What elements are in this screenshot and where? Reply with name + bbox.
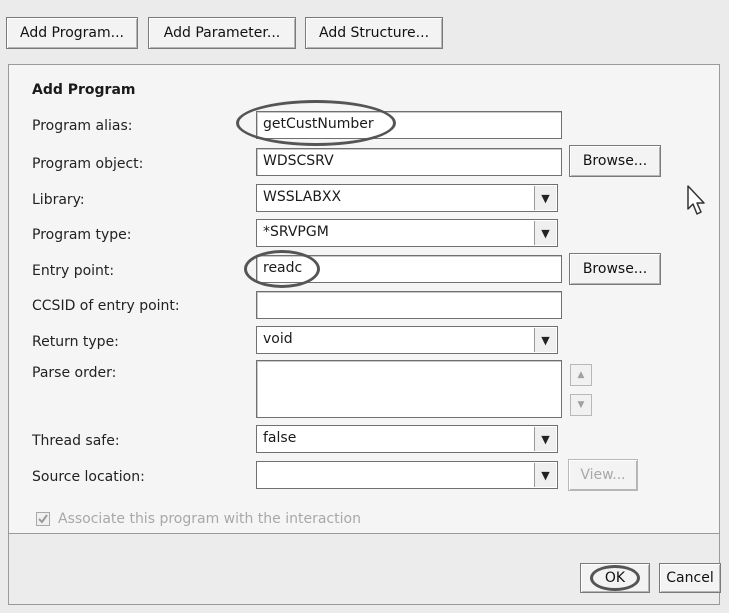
library-combo[interactable]: WSSLABXX ▼	[256, 184, 558, 212]
ccsid-label: CCSID of entry point:	[32, 298, 180, 314]
program-alias-input[interactable]: getCustNumber	[256, 111, 562, 139]
chevron-down-icon[interactable]: ▼	[534, 328, 556, 352]
view-button[interactable]: View...	[568, 459, 638, 491]
program-object-browse-button[interactable]: Browse...	[569, 145, 661, 177]
source-location-label: Source location:	[32, 469, 145, 485]
move-up-button[interactable]: ▲	[570, 364, 592, 386]
chevron-down-icon[interactable]: ▼	[534, 463, 556, 487]
chevron-down-icon[interactable]: ▼	[534, 221, 556, 245]
program-type-value: *SRVPGM	[263, 224, 329, 240]
chevron-down-icon[interactable]: ▼	[534, 427, 556, 451]
add-structure-button[interactable]: Add Structure...	[305, 17, 443, 49]
add-program-button[interactable]: Add Program...	[6, 17, 138, 49]
entry-point-browse-button[interactable]: Browse...	[569, 253, 661, 285]
return-type-value: void	[263, 331, 293, 347]
thread-safe-label: Thread safe:	[32, 433, 120, 449]
move-down-button[interactable]: ▼	[570, 394, 592, 416]
entry-point-input[interactable]: readc	[256, 255, 562, 283]
parse-order-label: Parse order:	[32, 365, 117, 381]
program-object-input[interactable]: WDSCSRV	[256, 148, 562, 176]
source-location-combo[interactable]: ▼	[256, 461, 558, 489]
library-label: Library:	[32, 192, 85, 208]
entry-point-label: Entry point:	[32, 263, 115, 279]
thread-safe-combo[interactable]: false ▼	[256, 425, 558, 453]
add-parameter-button[interactable]: Add Parameter...	[148, 17, 296, 49]
program-object-label: Program object:	[32, 156, 144, 172]
pointer-cursor-icon	[687, 185, 705, 215]
ok-button[interactable]: OK	[580, 563, 650, 593]
library-value: WSSLABXX	[263, 189, 342, 205]
section-title: Add Program	[32, 82, 136, 98]
return-type-combo[interactable]: void ▼	[256, 326, 558, 354]
chevron-down-icon[interactable]: ▼	[534, 186, 556, 210]
ccsid-input[interactable]	[256, 291, 562, 319]
program-type-combo[interactable]: *SRVPGM ▼	[256, 219, 558, 247]
parse-order-list[interactable]	[256, 360, 562, 418]
thread-safe-value: false	[263, 430, 297, 446]
check-icon	[38, 514, 48, 524]
return-type-label: Return type:	[32, 334, 119, 350]
program-alias-label: Program alias:	[32, 118, 133, 134]
associate-checkbox[interactable]	[36, 512, 50, 526]
program-type-label: Program type:	[32, 227, 132, 243]
cancel-button[interactable]: Cancel	[659, 563, 721, 593]
associate-checkbox-label: Associate this program with the interact…	[58, 511, 361, 527]
